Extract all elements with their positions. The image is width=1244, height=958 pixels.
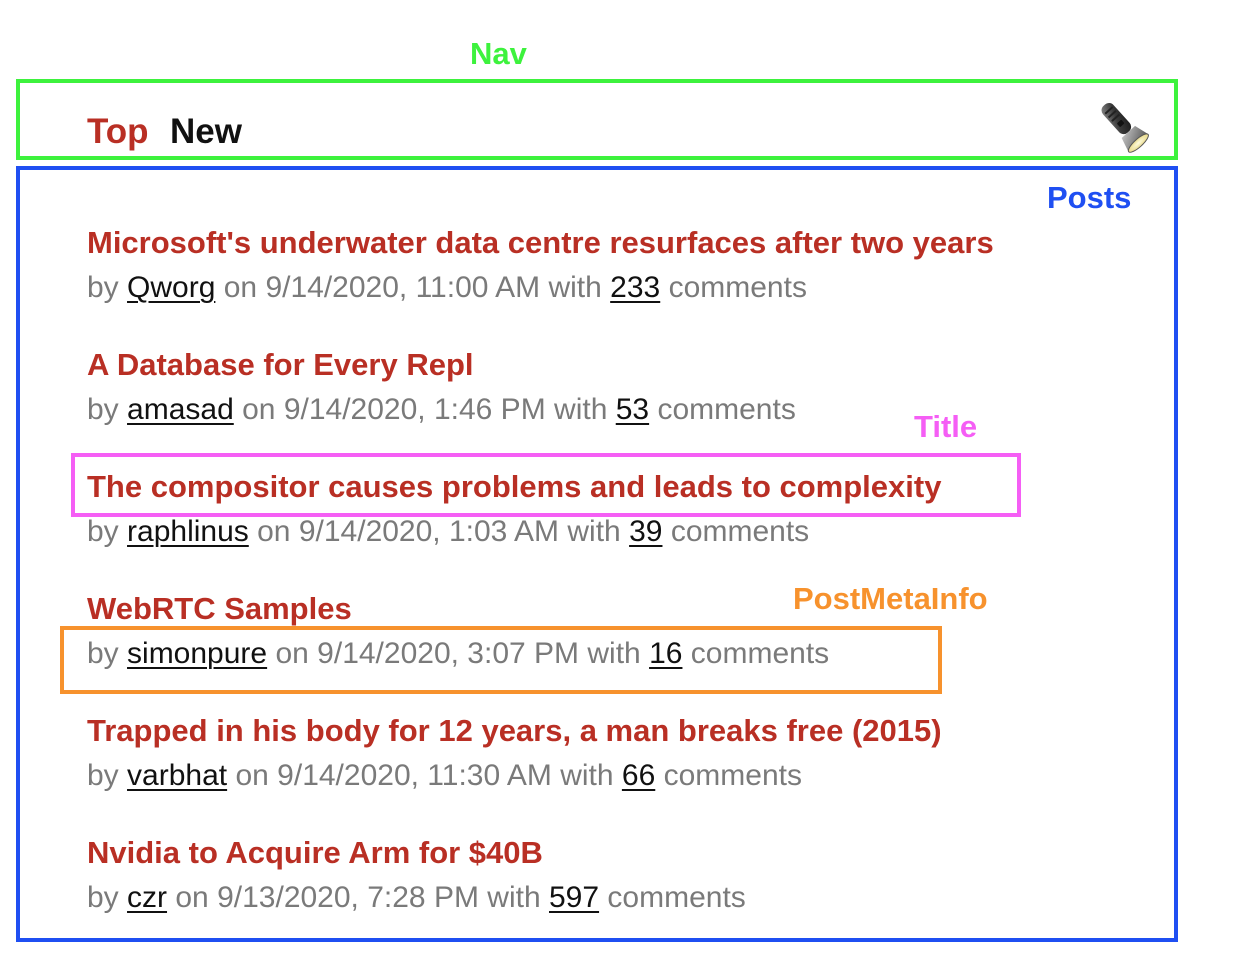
post-comments-link[interactable]: 53 <box>616 393 649 426</box>
meta-on-text: on <box>275 637 309 670</box>
post-author-link[interactable]: varbhat <box>127 759 227 792</box>
post-meta-info: by raphlinus on 9/14/2020, 1:03 AM with … <box>87 514 809 550</box>
meta-on-text: on <box>223 271 258 304</box>
post-date: 9/14/2020, 3:07 PM <box>317 637 580 670</box>
nav-annotation-label: Nav <box>470 36 527 71</box>
meta-comments-text: comments <box>657 393 796 426</box>
nav-top-link[interactable]: Top <box>87 111 149 153</box>
title-annotation-label: Title <box>914 409 978 444</box>
meta-on-text: on <box>242 393 276 426</box>
flashlight-icon[interactable] <box>1092 96 1154 156</box>
post-comments-link[interactable]: 233 <box>610 271 660 304</box>
post-date: 9/14/2020, 1:03 AM <box>298 515 560 548</box>
meta-with-text: with <box>560 759 614 792</box>
post-title[interactable]: Trapped in his body for 12 years, a man … <box>87 712 942 749</box>
meta-by-text: by <box>87 637 119 670</box>
post-author-link[interactable]: czr <box>127 881 167 914</box>
post-meta-info: by amasad on 9/14/2020, 1:46 PM with 53 … <box>87 392 796 428</box>
post-author-link[interactable]: Qworg <box>127 271 215 304</box>
post-date: 9/14/2020, 11:30 AM <box>277 759 552 792</box>
meta-comments-text: comments <box>607 881 746 914</box>
meta-comments-text: comments <box>668 271 807 304</box>
meta-on-text: on <box>257 515 291 548</box>
post-title[interactable]: Microsoft's underwater data centre resur… <box>87 224 994 261</box>
post-comments-link[interactable]: 66 <box>622 759 655 792</box>
meta-with-text: with <box>587 637 641 670</box>
meta-by-text: by <box>87 515 119 548</box>
post-date: 9/14/2020, 11:00 AM <box>265 271 541 304</box>
meta-with-text: with <box>487 881 541 914</box>
post-author-link[interactable]: amasad <box>127 393 234 426</box>
meta-with-text: with <box>554 393 608 426</box>
meta-on-text: on <box>175 881 209 914</box>
post-title[interactable]: Nvidia to Acquire Arm for $40B <box>87 834 543 871</box>
meta-by-text: by <box>87 759 119 792</box>
post-meta-info: by czr on 9/13/2020, 7:28 PM with 597 co… <box>87 880 746 916</box>
post-date: 9/14/2020, 1:46 PM <box>283 393 546 426</box>
meta-comments-text: comments <box>663 759 802 792</box>
post-author-link[interactable]: raphlinus <box>127 515 249 548</box>
meta-by-text: by <box>87 393 119 426</box>
post-meta-info: by varbhat on 9/14/2020, 11:30 AM with 6… <box>87 758 802 794</box>
post-comments-link[interactable]: 39 <box>629 515 662 548</box>
post-title[interactable]: WebRTC Samples <box>87 590 352 627</box>
post-meta-annotation-label: PostMetaInfo <box>793 581 988 616</box>
post-meta-info: by Qworg on 9/14/2020, 11:00 AM with 233… <box>87 270 807 306</box>
meta-by-text: by <box>87 881 119 914</box>
meta-comments-text: comments <box>670 515 810 548</box>
post-author-link[interactable]: simonpure <box>127 637 267 670</box>
post-title[interactable]: A Database for Every Repl <box>87 346 474 383</box>
post-comments-link[interactable]: 597 <box>549 881 599 914</box>
post-comments-link[interactable]: 16 <box>649 637 682 670</box>
meta-comments-text: comments <box>690 637 830 670</box>
post-title[interactable]: The compositor causes problems and leads… <box>87 468 941 505</box>
nav-new-link[interactable]: New <box>170 111 242 153</box>
post-date: 9/13/2020, 7:28 PM <box>217 881 479 914</box>
post-meta-info: by simonpure on 9/14/2020, 3:07 PM with … <box>87 636 829 672</box>
meta-with-text: with <box>567 515 621 548</box>
meta-by-text: by <box>87 271 119 304</box>
meta-with-text: with <box>548 271 602 304</box>
meta-on-text: on <box>235 759 269 792</box>
